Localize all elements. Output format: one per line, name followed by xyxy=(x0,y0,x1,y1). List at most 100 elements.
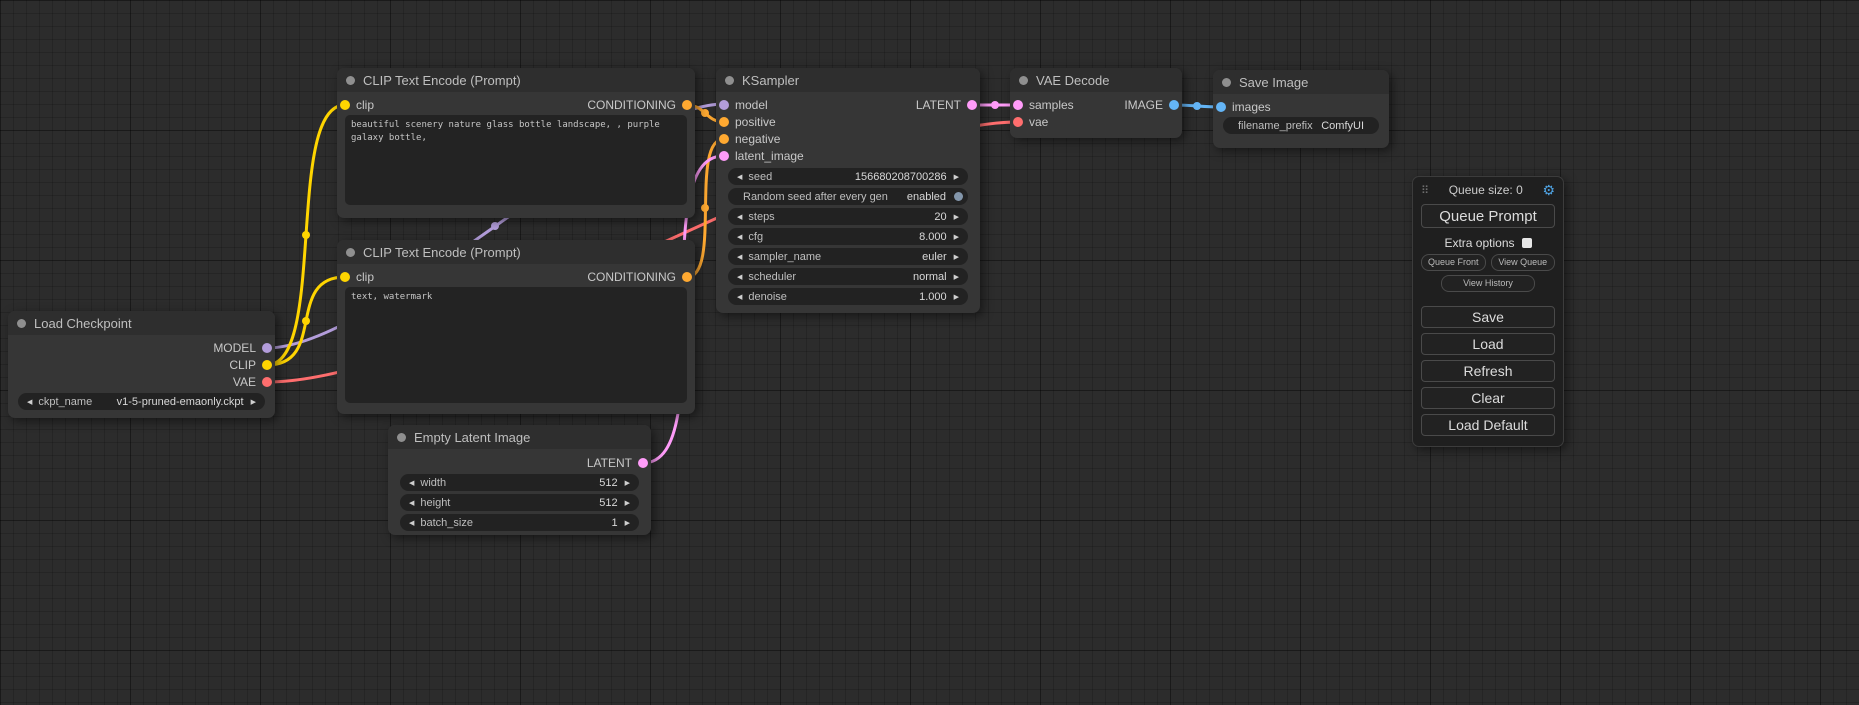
next-value-icon[interactable]: ▶ xyxy=(247,398,260,406)
node-titlebar[interactable]: Empty Latent Image xyxy=(388,425,651,449)
node-clip-text-encode-positive[interactable]: CLIP Text Encode (Prompt) clip CONDITION… xyxy=(337,68,695,218)
clip-output-slot[interactable] xyxy=(262,360,272,370)
node-titlebar[interactable]: CLIP Text Encode (Prompt) xyxy=(337,240,695,264)
decrement-icon[interactable]: ◀ xyxy=(405,499,418,507)
settings-gear-icon[interactable]: ⚙ xyxy=(1542,182,1555,199)
prev-value-icon[interactable]: ◀ xyxy=(733,273,746,281)
view-history-button[interactable]: View History xyxy=(1441,275,1535,292)
node-vae-decode[interactable]: VAE Decode samples IMAGE vae xyxy=(1010,68,1182,138)
increment-icon[interactable]: ▶ xyxy=(950,213,963,221)
link-midpoint-dot xyxy=(491,222,499,230)
next-value-icon[interactable]: ▶ xyxy=(950,273,963,281)
node-titlebar[interactable]: Save Image xyxy=(1213,70,1389,94)
load-default-button[interactable]: Load Default xyxy=(1421,414,1555,436)
samples-input-slot[interactable] xyxy=(1013,100,1023,110)
negative-prompt-textarea[interactable]: text, watermark xyxy=(345,287,687,403)
latent-output-slot[interactable] xyxy=(967,100,977,110)
node-titlebar[interactable]: KSampler xyxy=(716,68,980,92)
positive-input-label: positive xyxy=(735,115,776,129)
denoise-widget[interactable]: ◀ denoise 1.000 ▶ xyxy=(728,288,968,305)
clip-input-label: clip xyxy=(356,270,374,284)
image-output-slot[interactable] xyxy=(1169,100,1179,110)
widget-value: 1 xyxy=(611,517,620,529)
node-graph-canvas[interactable]: Load Checkpoint MODEL CLIP VAE xyxy=(0,0,1859,705)
clear-button[interactable]: Clear xyxy=(1421,387,1555,409)
model-input-slot[interactable] xyxy=(719,100,729,110)
link-midpoint-dot xyxy=(701,204,709,212)
node-load-checkpoint[interactable]: Load Checkpoint MODEL CLIP VAE xyxy=(8,311,275,418)
negative-input-slot[interactable] xyxy=(719,134,729,144)
decrement-icon[interactable]: ◀ xyxy=(405,519,418,527)
refresh-button[interactable]: Refresh xyxy=(1421,360,1555,382)
decrement-icon[interactable]: ◀ xyxy=(733,213,746,221)
increment-icon[interactable]: ▶ xyxy=(950,293,963,301)
save-button[interactable]: Save xyxy=(1421,306,1555,328)
prev-value-icon[interactable]: ◀ xyxy=(733,253,746,261)
clip-input-label: clip xyxy=(356,98,374,112)
node-ksampler[interactable]: KSampler model LATENT positive xyxy=(716,68,980,313)
collapse-dot-icon[interactable] xyxy=(346,76,355,85)
increment-icon[interactable]: ▶ xyxy=(621,519,634,527)
seed-widget[interactable]: ◀ seed 156680208700286 ▶ xyxy=(728,168,968,185)
view-queue-button[interactable]: View Queue xyxy=(1491,254,1556,271)
decrement-icon[interactable]: ◀ xyxy=(405,479,418,487)
height-widget[interactable]: ◀ height 512 ▶ xyxy=(400,494,639,511)
collapse-dot-icon[interactable] xyxy=(397,433,406,442)
node-clip-text-encode-negative[interactable]: CLIP Text Encode (Prompt) clip CONDITION… xyxy=(337,240,695,414)
queue-panel[interactable]: ⠿ Queue size: 0 ⚙ Queue Prompt Extra opt… xyxy=(1412,176,1564,447)
decrement-icon[interactable]: ◀ xyxy=(733,293,746,301)
clip-input-slot[interactable] xyxy=(340,100,350,110)
queue-prompt-button[interactable]: Queue Prompt xyxy=(1421,204,1555,228)
conditioning-output-slot[interactable] xyxy=(682,272,692,282)
images-input-slot[interactable] xyxy=(1216,102,1226,112)
toggle-icon[interactable] xyxy=(954,192,963,201)
queue-front-button[interactable]: Queue Front xyxy=(1421,254,1486,271)
decrement-icon[interactable]: ◀ xyxy=(733,233,746,241)
collapse-dot-icon[interactable] xyxy=(17,319,26,328)
random-seed-toggle-widget[interactable]: Random seed after every gen enabled xyxy=(728,188,968,205)
batch-size-widget[interactable]: ◀ batch_size 1 ▶ xyxy=(400,514,639,531)
increment-icon[interactable]: ▶ xyxy=(950,233,963,241)
node-empty-latent-image[interactable]: Empty Latent Image LATENT ◀ width 512 ▶ … xyxy=(388,425,651,535)
positive-prompt-textarea[interactable]: beautiful scenery nature glass bottle la… xyxy=(345,115,687,205)
sampler-name-widget[interactable]: ◀ sampler_name euler ▶ xyxy=(728,248,968,265)
collapse-dot-icon[interactable] xyxy=(346,248,355,257)
node-titlebar[interactable]: Load Checkpoint xyxy=(8,311,275,335)
collapse-dot-icon[interactable] xyxy=(1019,76,1028,85)
vae-input-slot[interactable] xyxy=(1013,117,1023,127)
node-save-image[interactable]: Save Image images filename_prefix ComfyU… xyxy=(1213,70,1389,148)
increment-icon[interactable]: ▶ xyxy=(950,173,963,181)
collapse-dot-icon[interactable] xyxy=(725,76,734,85)
scheduler-widget[interactable]: ◀ scheduler normal ▶ xyxy=(728,268,968,285)
widget-label: width xyxy=(418,477,446,489)
vae-output-slot[interactable] xyxy=(262,377,272,387)
node-title: Load Checkpoint xyxy=(34,316,132,331)
increment-icon[interactable]: ▶ xyxy=(621,499,634,507)
widget-value: 1.000 xyxy=(919,291,950,303)
decrement-icon[interactable]: ◀ xyxy=(733,173,746,181)
cfg-widget[interactable]: ◀ cfg 8.000 ▶ xyxy=(728,228,968,245)
steps-widget[interactable]: ◀ steps 20 ▶ xyxy=(728,208,968,225)
clip-input-slot[interactable] xyxy=(340,272,350,282)
latent-output-slot[interactable] xyxy=(638,458,648,468)
slot-row: latent_image xyxy=(716,147,980,164)
drag-handle-icon[interactable]: ⠿ xyxy=(1421,184,1429,197)
latent-output-label: LATENT xyxy=(587,456,632,470)
filename-prefix-widget[interactable]: filename_prefix ComfyUI xyxy=(1223,117,1379,134)
widget-label: batch_size xyxy=(418,517,473,529)
collapse-dot-icon[interactable] xyxy=(1222,78,1231,87)
node-titlebar[interactable]: VAE Decode xyxy=(1010,68,1182,92)
widget-value: ComfyUI xyxy=(1321,120,1374,132)
increment-icon[interactable]: ▶ xyxy=(621,479,634,487)
load-button[interactable]: Load xyxy=(1421,333,1555,355)
ckpt-name-widget[interactable]: ◀ ckpt_name v1-5-pruned-emaonly.ckpt ▶ xyxy=(18,393,265,410)
prev-value-icon[interactable]: ◀ xyxy=(23,398,36,406)
model-output-slot[interactable] xyxy=(262,343,272,353)
next-value-icon[interactable]: ▶ xyxy=(950,253,963,261)
positive-input-slot[interactable] xyxy=(719,117,729,127)
width-widget[interactable]: ◀ width 512 ▶ xyxy=(400,474,639,491)
conditioning-output-slot[interactable] xyxy=(682,100,692,110)
extra-options-checkbox[interactable] xyxy=(1522,238,1532,248)
node-titlebar[interactable]: CLIP Text Encode (Prompt) xyxy=(337,68,695,92)
latent-image-input-slot[interactable] xyxy=(719,151,729,161)
